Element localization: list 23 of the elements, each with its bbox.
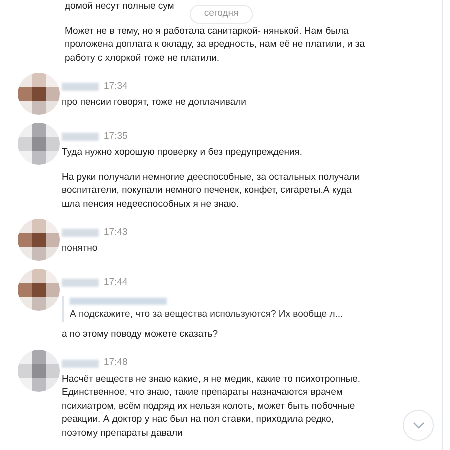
chevron-down-icon bbox=[412, 422, 424, 429]
message-time: 17:44 bbox=[104, 276, 128, 290]
redacted-name bbox=[62, 360, 99, 368]
message-text: понятно bbox=[62, 242, 99, 256]
redacted-name bbox=[62, 83, 99, 91]
redacted-name bbox=[62, 133, 99, 141]
message-text: Насчёт веществ не знаю какие, я не медик, какие то психотропные. Единственное, что знаю, такие препараты назначаются врачем психиатром, всём подряд их нельзя колоть, может быть побочные реакции. А доктор у нас был на пол ставки, приходила редко, поэтому препараты давали bbox=[62, 372, 362, 440]
message-text: Туда нужно хорошую проверку и без предупреждения. bbox=[62, 146, 304, 160]
message-time: 17:34 bbox=[104, 80, 128, 94]
quote-text: А подскажите, что за вещества используются? Их вообще л... bbox=[70, 308, 344, 321]
date-pill: сегодня bbox=[190, 5, 253, 24]
message-text: а по этому поводу можете сказать? bbox=[62, 328, 220, 342]
message-time: 17:35 bbox=[104, 130, 128, 144]
scroll-down-button[interactable] bbox=[403, 410, 434, 441]
message-text: про пенсии говорят, тоже не доплачивали bbox=[62, 96, 248, 110]
redacted-name bbox=[62, 279, 99, 287]
quoted-message[interactable]: А подскажите, что за вещества используются? Их вообще л... bbox=[62, 296, 362, 322]
message-text: домой несут полные сум bbox=[65, 0, 174, 14]
message-text: На руки получали немногие дееспособные, за остальных получали воспитатели, покупали немного печенек, конфет, сигареты.А куда шла пенсия недееспособных я не знаю. bbox=[62, 170, 362, 211]
redacted-name bbox=[62, 229, 99, 237]
message-text: Может не в тему, но я работала санитаркой- нянькой. Нам была проложена доплата к окладу, за вредность, нам её не платили, и за работу с хлоркой тоже не платили. bbox=[65, 24, 365, 65]
message-time: 17:48 bbox=[104, 356, 128, 370]
message-time: 17:43 bbox=[104, 226, 128, 240]
